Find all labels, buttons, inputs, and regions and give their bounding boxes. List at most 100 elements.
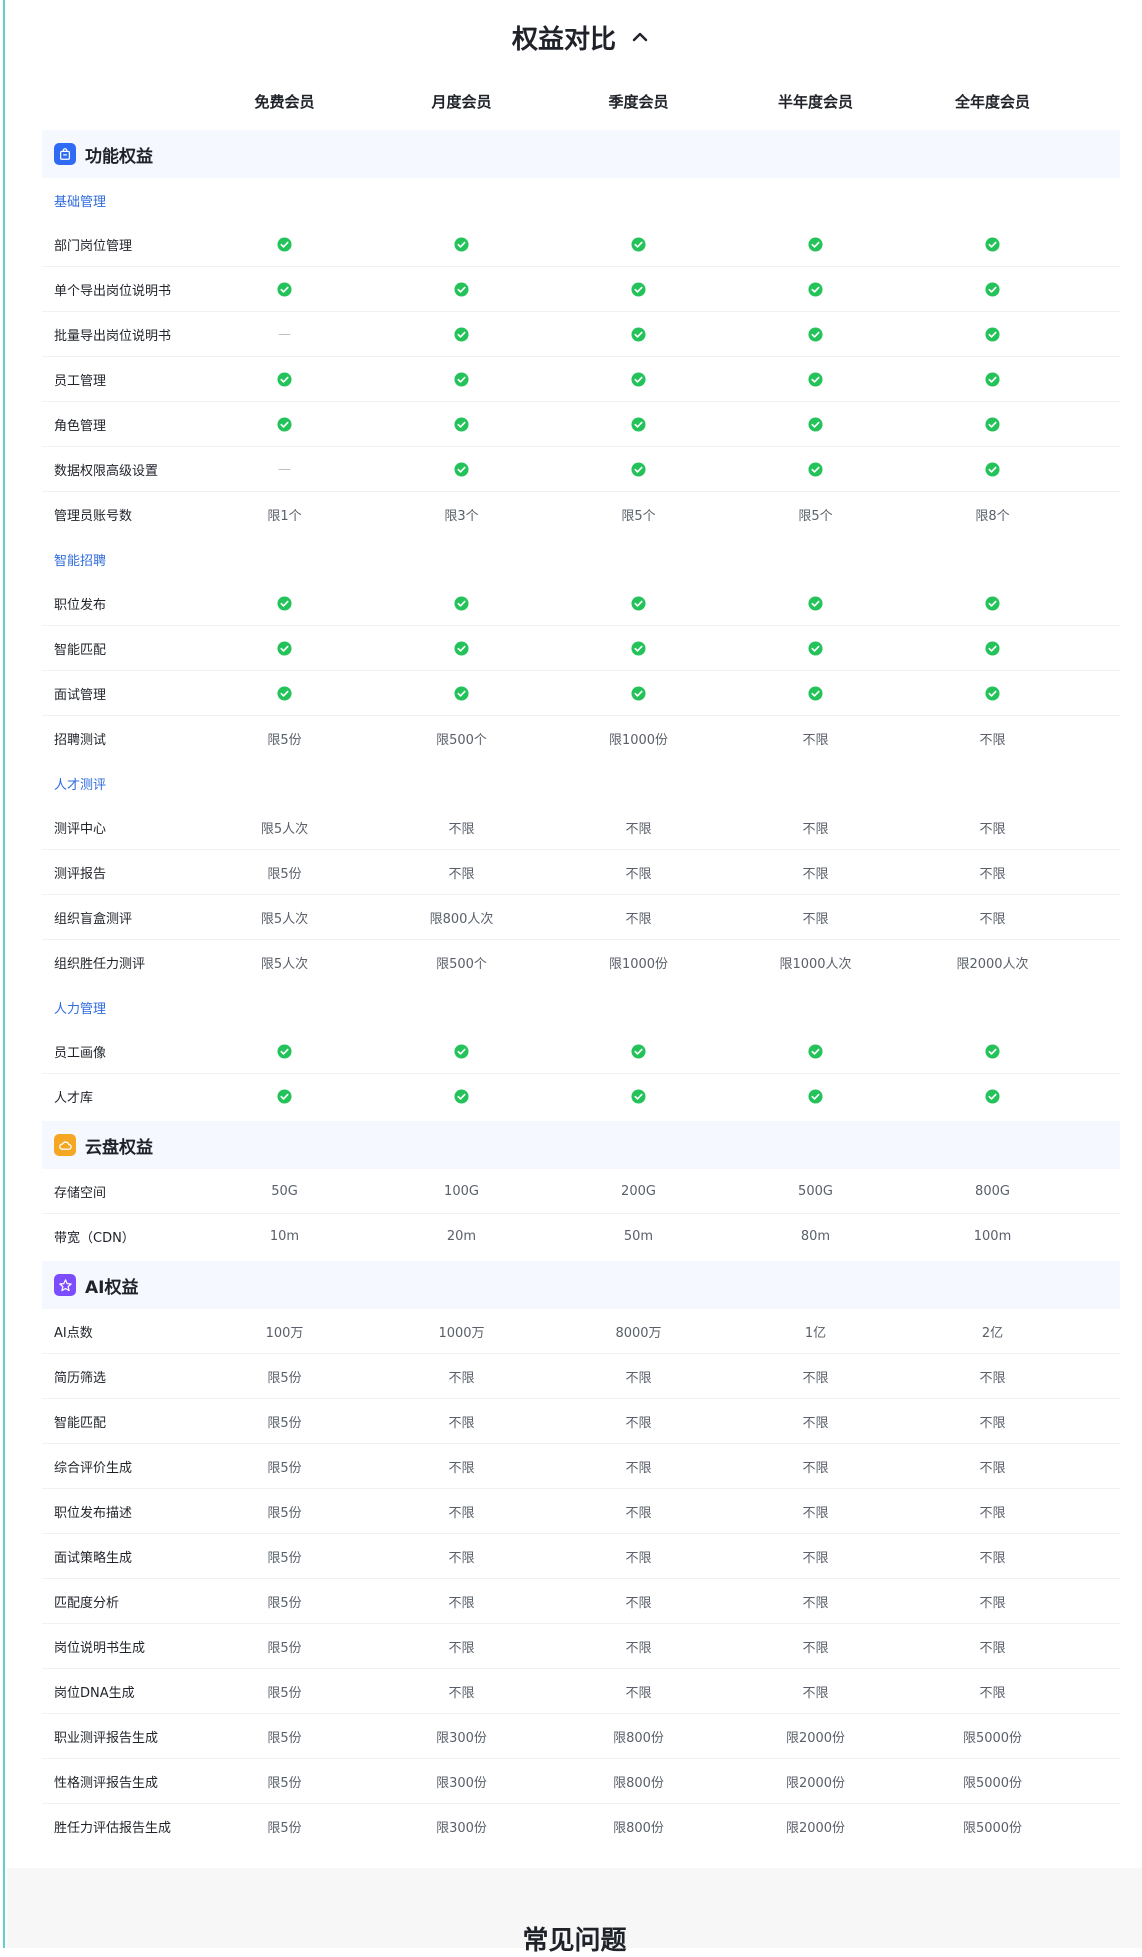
- row-label: 批量导出岗位说明书: [54, 328, 172, 344]
- check-icon: [808, 640, 823, 656]
- cell-included: [727, 1043, 904, 1059]
- check-icon: [985, 281, 1000, 297]
- row-label: 招聘测试: [54, 732, 107, 748]
- cell-value: 限5份: [267, 1550, 302, 1566]
- row-label: 人才库: [54, 1090, 94, 1106]
- cell-value: 不限: [979, 732, 1006, 748]
- cell-included: [196, 640, 373, 656]
- cell-value: 限300份: [436, 1820, 487, 1836]
- cell-included: [550, 371, 727, 387]
- cell-not-included: —: [196, 327, 373, 342]
- check-icon: [631, 1043, 646, 1059]
- cell-value: 不限: [802, 1370, 829, 1386]
- page-title: 权益对比: [511, 24, 616, 55]
- cell-value: 不限: [448, 866, 475, 882]
- cell-value: 不限: [625, 866, 652, 882]
- cell-included: [373, 281, 550, 297]
- table-row: 存储空间 50G 100G 200G 500G 800G: [42, 1169, 1120, 1214]
- row-label: 面试策略生成: [54, 1550, 133, 1566]
- subcategory-label: 基础管理: [54, 194, 107, 210]
- cell-value: 不限: [802, 911, 829, 927]
- cell-value: 限5份: [267, 1460, 302, 1476]
- check-icon: [277, 640, 292, 656]
- cell-included: [373, 640, 550, 656]
- cloud-icon: [54, 1134, 76, 1156]
- cell-value: 不限: [448, 1505, 475, 1521]
- check-icon: [277, 1088, 292, 1104]
- section-header: 云盘权益: [42, 1121, 1120, 1169]
- check-icon: [985, 371, 1000, 387]
- check-icon: [985, 326, 1000, 342]
- cell-included: [727, 595, 904, 611]
- row-label: 测评报告: [54, 866, 107, 882]
- cell-value: 不限: [448, 821, 475, 837]
- cell-value: 限500个: [436, 732, 487, 748]
- dash-icon: —: [278, 326, 291, 342]
- table-row: 员工画像: [42, 1029, 1120, 1074]
- cell-included: [904, 1043, 1081, 1059]
- table-row: 组织盲盒测评 限5人次 限800人次 不限 不限 不限: [42, 895, 1120, 940]
- cell-value: 限5份: [267, 1505, 302, 1521]
- faq-title: 常见问题: [522, 1926, 627, 1956]
- cell-included: [904, 326, 1081, 342]
- chevron-up-icon[interactable]: [630, 27, 650, 47]
- cell-value: 限5份: [267, 732, 302, 748]
- cell-included: [727, 371, 904, 387]
- section-title: 云盘权益: [85, 1137, 153, 1158]
- row-label: AI点数: [54, 1325, 93, 1341]
- check-icon: [454, 685, 469, 701]
- cell-value: 不限: [802, 1550, 829, 1566]
- cell-value: 限800份: [613, 1730, 664, 1746]
- cell-included: [196, 595, 373, 611]
- check-icon: [808, 371, 823, 387]
- comparison-header[interactable]: 权益对比: [42, 0, 1120, 74]
- cell-included: [550, 326, 727, 342]
- cell-included: [373, 326, 550, 342]
- cell-value: 限2000份: [785, 1730, 846, 1746]
- table-row: 智能匹配 限5份 不限 不限 不限 不限: [42, 1399, 1120, 1444]
- cell-included: [196, 236, 373, 252]
- row-label: 管理员账号数: [54, 508, 133, 524]
- cell-value: 不限: [802, 1460, 829, 1476]
- cell-value: 不限: [625, 1505, 652, 1521]
- table-row: 性格测评报告生成 限5份 限300份 限800份 限2000份 限5000份: [42, 1759, 1120, 1804]
- row-label: 带宽（CDN）: [54, 1230, 135, 1246]
- table-row: 单个导出岗位说明书: [42, 267, 1120, 312]
- table-row: 招聘测试 限5份 限500个 限1000份 不限 不限: [42, 716, 1120, 761]
- check-icon: [631, 371, 646, 387]
- cell-included: [373, 595, 550, 611]
- cell-value: 限5份: [267, 1415, 302, 1431]
- bag-icon: [54, 143, 76, 165]
- cell-value: 限5份: [267, 1820, 302, 1836]
- cell-included: [373, 416, 550, 432]
- cell-value: 限1000人次: [779, 956, 852, 972]
- cell-value: 不限: [448, 1595, 475, 1611]
- section-title: 功能权益: [85, 146, 153, 167]
- check-icon: [808, 1043, 823, 1059]
- cell-value: 不限: [625, 1370, 652, 1386]
- table-row: 批量导出岗位说明书 —: [42, 312, 1120, 357]
- cell-value: 不限: [802, 732, 829, 748]
- table-row: 管理员账号数 限1个 限3个 限5个 限5个 限8个: [42, 492, 1120, 537]
- cell-value: 20m: [446, 1228, 477, 1244]
- check-icon: [808, 416, 823, 432]
- cell-value: 不限: [802, 1685, 829, 1701]
- cell-included: [550, 1088, 727, 1104]
- cell-value: 不限: [979, 1505, 1006, 1521]
- row-label: 组织胜任力测评: [54, 956, 146, 972]
- table-row: AI点数 100万 1000万 8000万 1亿 2亿: [42, 1309, 1120, 1354]
- cell-value: 100G: [444, 1183, 479, 1199]
- check-icon: [631, 416, 646, 432]
- check-icon: [631, 236, 646, 252]
- row-label: 胜任力评估报告生成: [54, 1820, 172, 1836]
- cell-value: 限300份: [436, 1775, 487, 1791]
- check-icon: [454, 1088, 469, 1104]
- cell-value: 限5000份: [962, 1820, 1023, 1836]
- cell-included: [550, 1043, 727, 1059]
- cell-value: 50G: [271, 1183, 298, 1199]
- cell-value: 限5000份: [962, 1730, 1023, 1746]
- cell-included: [196, 1043, 373, 1059]
- cell-value: 不限: [979, 1550, 1006, 1566]
- table-row: 职业测评报告生成 限5份 限300份 限800份 限2000份 限5000份: [42, 1714, 1120, 1759]
- table-row: 职位发布描述 限5份 不限 不限 不限 不限: [42, 1489, 1120, 1534]
